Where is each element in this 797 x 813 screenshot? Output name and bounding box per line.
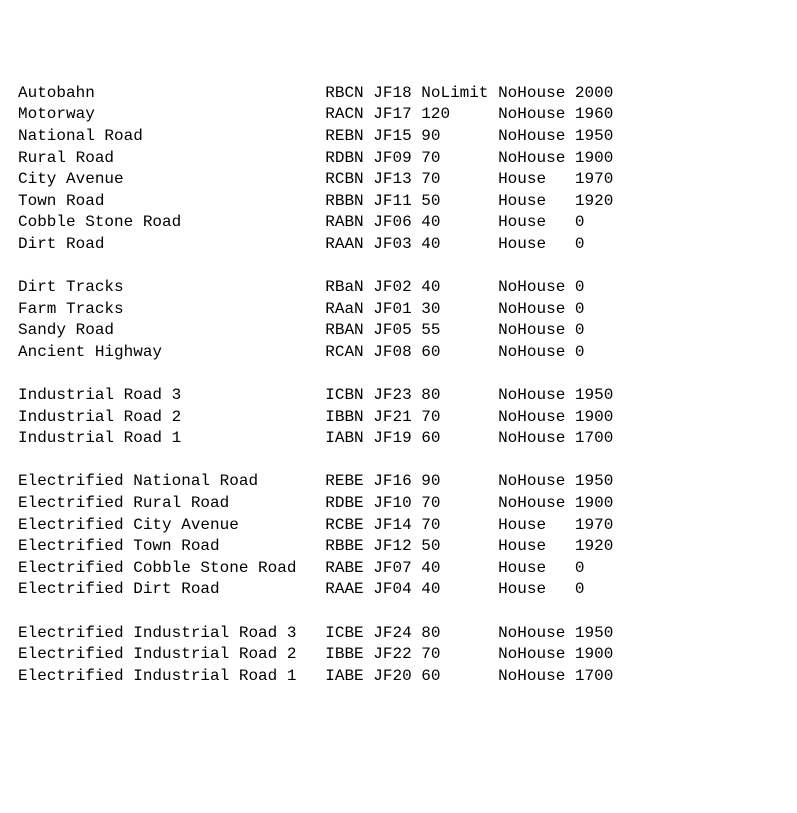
table-row: Ancient Highway RCAN JF08 60 NoHouse 0 (18, 342, 779, 364)
table-row: Electrified Town Road RBBE JF12 50 House… (18, 536, 779, 558)
table-row: Electrified Cobble Stone Road RABE JF07 … (18, 558, 779, 580)
table-row: Industrial Road 1 IABN JF19 60 NoHouse 1… (18, 428, 779, 450)
table-row: Industrial Road 3 ICBN JF23 80 NoHouse 1… (18, 385, 779, 407)
table-row: Dirt Tracks RBaN JF02 40 NoHouse 0 (18, 277, 779, 299)
blank-row (18, 601, 779, 623)
blank-row (18, 364, 779, 386)
table-row: City Avenue RCBN JF13 70 House 1970 (18, 169, 779, 191)
table-row: Rural Road RDBN JF09 70 NoHouse 1900 (18, 148, 779, 170)
table-row: Town Road RBBN JF11 50 House 1920 (18, 191, 779, 213)
table-row: Electrified Industrial Road 1 IABE JF20 … (18, 666, 779, 688)
table-row: Electrified Industrial Road 2 IBBE JF22 … (18, 644, 779, 666)
table-row: Electrified City Avenue RCBE JF14 70 Hou… (18, 515, 779, 537)
table-row: Autobahn RBCN JF18 NoLimit NoHouse 2000 (18, 83, 779, 105)
table-row: Sandy Road RBAN JF05 55 NoHouse 0 (18, 320, 779, 342)
table-row: Motorway RACN JF17 120 NoHouse 1960 (18, 104, 779, 126)
table-row: Electrified National Road REBE JF16 90 N… (18, 471, 779, 493)
table-row: Dirt Road RAAN JF03 40 House 0 (18, 234, 779, 256)
table-row: Electrified Rural Road RDBE JF10 70 NoHo… (18, 493, 779, 515)
table-row: Electrified Industrial Road 3 ICBE JF24 … (18, 623, 779, 645)
blank-row (18, 256, 779, 278)
table-row: Industrial Road 2 IBBN JF21 70 NoHouse 1… (18, 407, 779, 429)
table-row: Electrified Dirt Road RAAE JF04 40 House… (18, 579, 779, 601)
roads-table: Autobahn RBCN JF18 NoLimit NoHouse 2000M… (18, 83, 779, 688)
table-row: National Road REBN JF15 90 NoHouse 1950 (18, 126, 779, 148)
blank-row (18, 450, 779, 472)
table-row: Farm Tracks RAaN JF01 30 NoHouse 0 (18, 299, 779, 321)
table-row: Cobble Stone Road RABN JF06 40 House 0 (18, 212, 779, 234)
